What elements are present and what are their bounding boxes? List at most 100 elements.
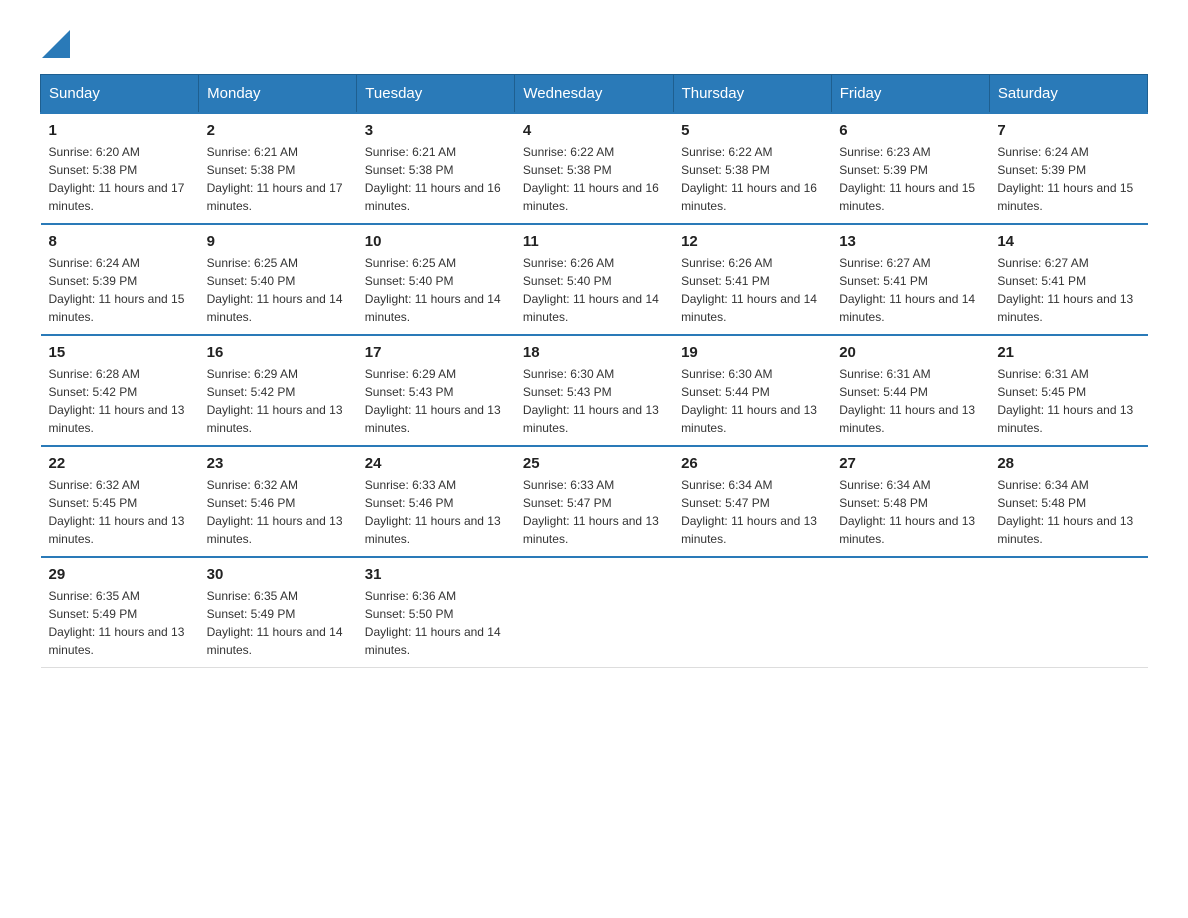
calendar-day-cell: 1 Sunrise: 6:20 AMSunset: 5:38 PMDayligh… [41, 113, 199, 224]
day-number: 29 [49, 566, 191, 583]
day-info: Sunrise: 6:32 AMSunset: 5:45 PMDaylight:… [49, 478, 185, 546]
day-number: 23 [207, 455, 349, 472]
day-info: Sunrise: 6:27 AMSunset: 5:41 PMDaylight:… [839, 256, 975, 324]
day-info: Sunrise: 6:25 AMSunset: 5:40 PMDaylight:… [365, 256, 501, 324]
calendar-day-cell: 24 Sunrise: 6:33 AMSunset: 5:46 PMDaylig… [357, 446, 515, 557]
day-number: 30 [207, 566, 349, 583]
day-number: 3 [365, 122, 507, 139]
day-info: Sunrise: 6:36 AMSunset: 5:50 PMDaylight:… [365, 589, 501, 657]
day-info: Sunrise: 6:27 AMSunset: 5:41 PMDaylight:… [997, 256, 1133, 324]
calendar-day-cell: 14 Sunrise: 6:27 AMSunset: 5:41 PMDaylig… [989, 224, 1147, 335]
calendar-day-cell: 6 Sunrise: 6:23 AMSunset: 5:39 PMDayligh… [831, 113, 989, 224]
day-number: 26 [681, 455, 823, 472]
calendar-day-cell [989, 557, 1147, 668]
calendar-day-cell: 29 Sunrise: 6:35 AMSunset: 5:49 PMDaylig… [41, 557, 199, 668]
day-number: 24 [365, 455, 507, 472]
day-info: Sunrise: 6:29 AMSunset: 5:42 PMDaylight:… [207, 367, 343, 435]
day-info: Sunrise: 6:35 AMSunset: 5:49 PMDaylight:… [207, 589, 343, 657]
day-number: 21 [997, 344, 1139, 361]
day-info: Sunrise: 6:24 AMSunset: 5:39 PMDaylight:… [49, 256, 185, 324]
calendar-day-cell: 12 Sunrise: 6:26 AMSunset: 5:41 PMDaylig… [673, 224, 831, 335]
day-info: Sunrise: 6:35 AMSunset: 5:49 PMDaylight:… [49, 589, 185, 657]
calendar-day-cell: 22 Sunrise: 6:32 AMSunset: 5:45 PMDaylig… [41, 446, 199, 557]
page-header [40, 30, 1148, 54]
calendar-day-cell: 3 Sunrise: 6:21 AMSunset: 5:38 PMDayligh… [357, 113, 515, 224]
weekday-header-row: SundayMondayTuesdayWednesdayThursdayFrid… [41, 75, 1148, 114]
day-number: 11 [523, 233, 665, 250]
day-number: 27 [839, 455, 981, 472]
calendar-day-cell: 27 Sunrise: 6:34 AMSunset: 5:48 PMDaylig… [831, 446, 989, 557]
weekday-header-saturday: Saturday [989, 75, 1147, 114]
calendar-day-cell: 11 Sunrise: 6:26 AMSunset: 5:40 PMDaylig… [515, 224, 673, 335]
day-info: Sunrise: 6:31 AMSunset: 5:45 PMDaylight:… [997, 367, 1133, 435]
day-number: 16 [207, 344, 349, 361]
calendar-day-cell: 31 Sunrise: 6:36 AMSunset: 5:50 PMDaylig… [357, 557, 515, 668]
calendar-week-row: 8 Sunrise: 6:24 AMSunset: 5:39 PMDayligh… [41, 224, 1148, 335]
day-info: Sunrise: 6:26 AMSunset: 5:41 PMDaylight:… [681, 256, 817, 324]
day-number: 13 [839, 233, 981, 250]
calendar-day-cell: 19 Sunrise: 6:30 AMSunset: 5:44 PMDaylig… [673, 335, 831, 446]
calendar-day-cell: 4 Sunrise: 6:22 AMSunset: 5:38 PMDayligh… [515, 113, 673, 224]
day-number: 4 [523, 122, 665, 139]
calendar-day-cell: 15 Sunrise: 6:28 AMSunset: 5:42 PMDaylig… [41, 335, 199, 446]
day-info: Sunrise: 6:22 AMSunset: 5:38 PMDaylight:… [681, 145, 817, 213]
day-info: Sunrise: 6:25 AMSunset: 5:40 PMDaylight:… [207, 256, 343, 324]
calendar-day-cell [515, 557, 673, 668]
day-info: Sunrise: 6:30 AMSunset: 5:43 PMDaylight:… [523, 367, 659, 435]
day-info: Sunrise: 6:29 AMSunset: 5:43 PMDaylight:… [365, 367, 501, 435]
day-info: Sunrise: 6:34 AMSunset: 5:48 PMDaylight:… [839, 478, 975, 546]
calendar-week-row: 22 Sunrise: 6:32 AMSunset: 5:45 PMDaylig… [41, 446, 1148, 557]
logo-triangle-icon [42, 30, 70, 58]
calendar-day-cell: 28 Sunrise: 6:34 AMSunset: 5:48 PMDaylig… [989, 446, 1147, 557]
calendar-day-cell: 9 Sunrise: 6:25 AMSunset: 5:40 PMDayligh… [199, 224, 357, 335]
day-info: Sunrise: 6:28 AMSunset: 5:42 PMDaylight:… [49, 367, 185, 435]
day-number: 10 [365, 233, 507, 250]
day-info: Sunrise: 6:20 AMSunset: 5:38 PMDaylight:… [49, 145, 185, 213]
calendar-week-row: 1 Sunrise: 6:20 AMSunset: 5:38 PMDayligh… [41, 113, 1148, 224]
calendar-week-row: 15 Sunrise: 6:28 AMSunset: 5:42 PMDaylig… [41, 335, 1148, 446]
day-number: 31 [365, 566, 507, 583]
day-info: Sunrise: 6:31 AMSunset: 5:44 PMDaylight:… [839, 367, 975, 435]
calendar-day-cell: 2 Sunrise: 6:21 AMSunset: 5:38 PMDayligh… [199, 113, 357, 224]
calendar-week-row: 29 Sunrise: 6:35 AMSunset: 5:49 PMDaylig… [41, 557, 1148, 668]
day-number: 15 [49, 344, 191, 361]
day-info: Sunrise: 6:34 AMSunset: 5:48 PMDaylight:… [997, 478, 1133, 546]
calendar-day-cell: 10 Sunrise: 6:25 AMSunset: 5:40 PMDaylig… [357, 224, 515, 335]
day-info: Sunrise: 6:22 AMSunset: 5:38 PMDaylight:… [523, 145, 659, 213]
day-number: 25 [523, 455, 665, 472]
day-number: 22 [49, 455, 191, 472]
calendar-day-cell: 23 Sunrise: 6:32 AMSunset: 5:46 PMDaylig… [199, 446, 357, 557]
day-info: Sunrise: 6:30 AMSunset: 5:44 PMDaylight:… [681, 367, 817, 435]
weekday-header-monday: Monday [199, 75, 357, 114]
calendar-day-cell: 13 Sunrise: 6:27 AMSunset: 5:41 PMDaylig… [831, 224, 989, 335]
day-info: Sunrise: 6:33 AMSunset: 5:46 PMDaylight:… [365, 478, 501, 546]
weekday-header-wednesday: Wednesday [515, 75, 673, 114]
calendar-day-cell [831, 557, 989, 668]
day-info: Sunrise: 6:21 AMSunset: 5:38 PMDaylight:… [365, 145, 501, 213]
calendar-day-cell: 8 Sunrise: 6:24 AMSunset: 5:39 PMDayligh… [41, 224, 199, 335]
day-info: Sunrise: 6:26 AMSunset: 5:40 PMDaylight:… [523, 256, 659, 324]
day-info: Sunrise: 6:33 AMSunset: 5:47 PMDaylight:… [523, 478, 659, 546]
weekday-header-thursday: Thursday [673, 75, 831, 114]
day-number: 1 [49, 122, 191, 139]
day-number: 9 [207, 233, 349, 250]
day-number: 12 [681, 233, 823, 250]
calendar-day-cell: 16 Sunrise: 6:29 AMSunset: 5:42 PMDaylig… [199, 335, 357, 446]
calendar-day-cell: 18 Sunrise: 6:30 AMSunset: 5:43 PMDaylig… [515, 335, 673, 446]
day-number: 7 [997, 122, 1139, 139]
calendar-day-cell: 21 Sunrise: 6:31 AMSunset: 5:45 PMDaylig… [989, 335, 1147, 446]
day-info: Sunrise: 6:24 AMSunset: 5:39 PMDaylight:… [997, 145, 1133, 213]
weekday-header-sunday: Sunday [41, 75, 199, 114]
calendar-table: SundayMondayTuesdayWednesdayThursdayFrid… [40, 74, 1148, 668]
calendar-day-cell: 30 Sunrise: 6:35 AMSunset: 5:49 PMDaylig… [199, 557, 357, 668]
day-info: Sunrise: 6:32 AMSunset: 5:46 PMDaylight:… [207, 478, 343, 546]
day-number: 14 [997, 233, 1139, 250]
day-number: 20 [839, 344, 981, 361]
day-info: Sunrise: 6:23 AMSunset: 5:39 PMDaylight:… [839, 145, 975, 213]
day-number: 19 [681, 344, 823, 361]
day-info: Sunrise: 6:34 AMSunset: 5:47 PMDaylight:… [681, 478, 817, 546]
weekday-header-tuesday: Tuesday [357, 75, 515, 114]
calendar-day-cell: 7 Sunrise: 6:24 AMSunset: 5:39 PMDayligh… [989, 113, 1147, 224]
day-number: 28 [997, 455, 1139, 472]
calendar-day-cell [673, 557, 831, 668]
